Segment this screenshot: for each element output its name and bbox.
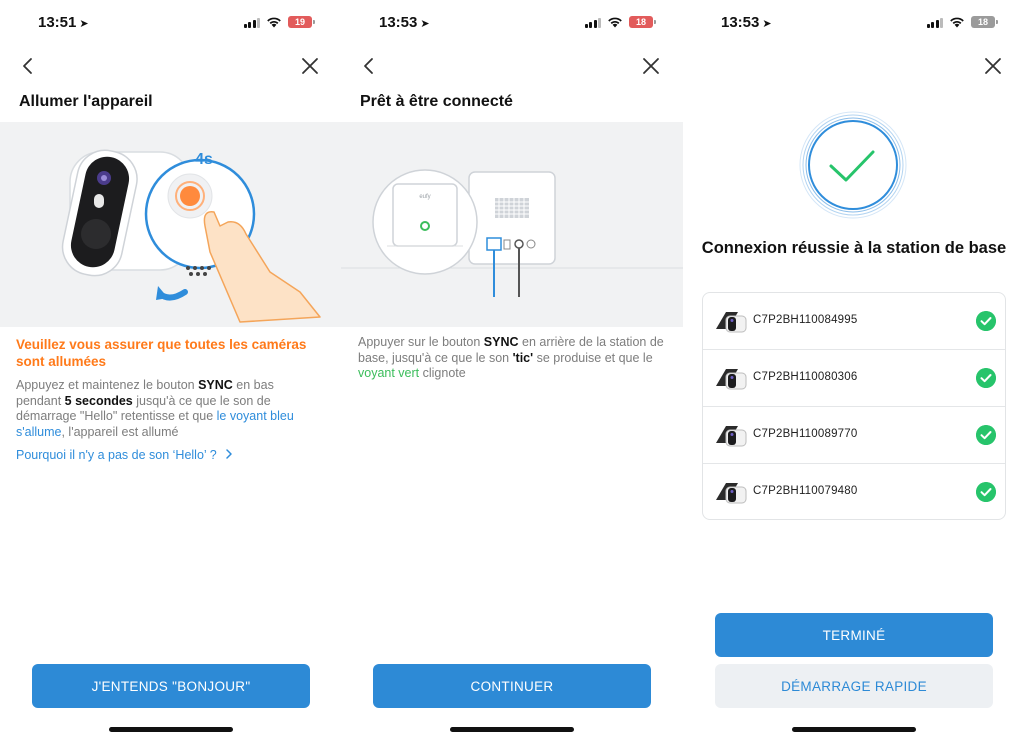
page-title: Allumer l'appareil	[19, 93, 153, 110]
battery-icon: 18	[629, 16, 656, 28]
device-serial: C7P2BH110089770	[753, 428, 858, 440]
checkmark-icon	[799, 111, 907, 219]
instruction-text: Appuyez et maintenez le bouton SYNC en b…	[16, 378, 294, 439]
home-indicator	[450, 727, 574, 732]
status-bar: 13:53 ➤ 18	[683, 12, 1024, 34]
device-row[interactable]: C7P2BH110079480	[703, 464, 1005, 521]
close-icon	[302, 58, 318, 74]
back-button[interactable]	[16, 54, 40, 78]
close-icon	[985, 58, 1001, 74]
camera-icon	[716, 369, 747, 390]
status-time: 13:53 ➤	[721, 14, 772, 31]
no-hello-sound-link[interactable]: Pourquoi il n'y a pas de son ‘Hello’ ?	[16, 448, 234, 462]
device-row[interactable]: C7P2BH110084995	[703, 293, 1005, 350]
close-icon	[643, 58, 659, 74]
checkmark-icon	[976, 482, 996, 502]
device-serial: C7P2BH110080306	[753, 371, 858, 383]
status-time: 13:53 ➤	[379, 14, 430, 31]
home-indicator	[109, 727, 233, 732]
page-title: Prêt à être connecté	[360, 93, 513, 110]
signal-icon	[584, 17, 601, 28]
camera-icon	[716, 426, 747, 447]
success-graphic	[793, 110, 913, 220]
base-brand-label: eufy	[419, 194, 430, 200]
signal-icon	[243, 17, 260, 28]
device-list: C7P2BH110084995 C7P2BH110080306 C7P2BH1100…	[702, 292, 1006, 520]
camera-icon	[716, 483, 747, 504]
device-serial: C7P2BH110079480	[753, 485, 858, 497]
close-button[interactable]	[639, 54, 663, 78]
wifi-icon	[267, 17, 281, 28]
checkmark-icon	[976, 425, 996, 445]
continue-button[interactable]: CONTINUER	[373, 664, 651, 708]
close-button[interactable]	[981, 54, 1005, 78]
screen-power-on: 13:51 ➤ 19 Allumer l'appareil 4s Veuille…	[0, 0, 342, 740]
location-arrow-icon: ➤	[79, 18, 89, 30]
duration-label: 4s	[195, 151, 213, 168]
wifi-icon	[950, 17, 964, 28]
checkmark-icon	[976, 368, 996, 388]
checkmark-icon	[976, 311, 996, 331]
back-button[interactable]	[357, 54, 381, 78]
warning-text: Veuillez vous assurer que toutes les cam…	[16, 337, 307, 369]
device-serial: C7P2BH110084995	[753, 314, 858, 326]
status-bar: 13:51 ➤ 19	[0, 12, 342, 34]
battery-icon: 19	[288, 16, 315, 28]
hear-hello-button[interactable]: J'ENTENDS "BONJOUR"	[32, 664, 310, 708]
device-row[interactable]: C7P2BH110089770	[703, 407, 1005, 464]
wifi-icon	[608, 17, 622, 28]
device-row[interactable]: C7P2BH110080306	[703, 350, 1005, 407]
location-arrow-icon: ➤	[420, 18, 430, 30]
chevron-right-icon	[226, 449, 232, 459]
base-station-illustration: eufy	[341, 122, 683, 327]
instruction-text: Appuyer sur le bouton SYNC en arrière de…	[358, 335, 664, 380]
signal-icon	[926, 17, 943, 28]
close-button[interactable]	[298, 54, 322, 78]
camera-power-illustration: 4s	[0, 122, 342, 327]
back-chevron-icon	[23, 58, 32, 74]
camera-icon	[716, 312, 747, 333]
status-time: 13:51 ➤	[38, 14, 89, 31]
quick-start-button[interactable]: DÉMARRAGE RAPIDE	[715, 664, 993, 708]
screen-connection-success: 13:53 ➤ 18 Connexion réussie à la station…	[683, 0, 1024, 740]
status-bar: 13:53 ➤ 18	[341, 12, 683, 34]
camera-illustration: 4s	[61, 149, 321, 323]
battery-icon: 18	[971, 16, 998, 28]
home-indicator	[792, 727, 916, 732]
back-chevron-icon	[364, 58, 373, 74]
done-button[interactable]: TERMINÉ	[715, 613, 993, 657]
base-station-illustration: eufy	[341, 169, 683, 297]
screen-ready-to-connect: 13:53 ➤ 18 Prêt à être connecté eufy App…	[341, 0, 683, 740]
location-arrow-icon: ➤	[762, 18, 772, 30]
success-title: Connexion réussie à la station de base	[701, 239, 1007, 257]
